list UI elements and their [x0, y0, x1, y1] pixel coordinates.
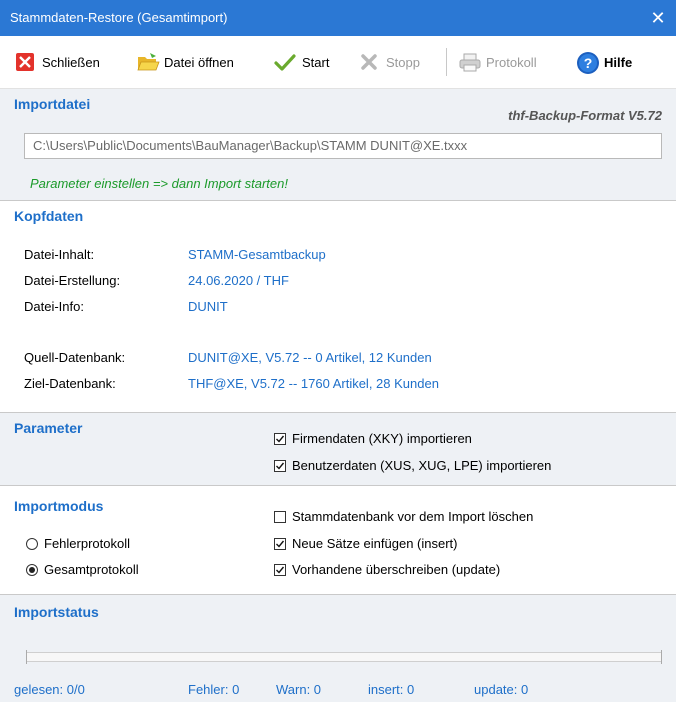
insert-label: Neue Sätze einfügen (insert): [292, 536, 458, 551]
radio-circle[interactable]: [26, 563, 38, 576]
kopfdaten-heading: Kopfdaten: [14, 208, 84, 224]
toolbar: Schließen Datei öffnen Start Stopp Proto…: [0, 36, 676, 89]
status-insert: insert: 0: [368, 682, 415, 697]
insert-checkbox[interactable]: Neue Sätze einfügen (insert): [274, 536, 457, 551]
stop-x-icon: [358, 51, 380, 73]
delete-db-label: Stammdatenbank vor dem Import löschen: [292, 509, 534, 524]
import-hint-text: Parameter einstellen => dann Import star…: [30, 176, 288, 191]
company-data-checkbox[interactable]: Firmendaten (XKY) importieren: [274, 431, 472, 446]
backup-format-label: thf-Backup-Format V5.72: [508, 108, 662, 123]
checkmark-icon: [274, 51, 296, 73]
printer-icon: [458, 51, 481, 73]
protocol-button-label: Protokoll: [486, 54, 537, 70]
status-warnings: Warn: 0: [276, 682, 322, 697]
radio-circle[interactable]: [26, 537, 38, 550]
import-file-path-field[interactable]: C:\Users\Public\Documents\BauManager\Bac…: [24, 133, 662, 159]
protocol-button[interactable]: Protokoll: [458, 50, 537, 74]
import-progress-bar: [26, 650, 662, 664]
close-button[interactable]: Schließen: [14, 50, 100, 74]
source-db-label: Quell-Datenbank:: [24, 350, 126, 365]
stop-button-label: Stopp: [386, 54, 420, 70]
title-bar: Stammdaten-Restore (Gesamtimport) ✕: [0, 0, 676, 36]
source-db-value: DUNIT@XE, V5.72 -- 0 Artikel, 12 Kunden: [188, 350, 432, 365]
window-close-icon[interactable]: ✕: [640, 0, 676, 36]
status-read: gelesen: 0/0: [14, 682, 85, 697]
window-title: Stammdaten-Restore (Gesamtimport): [10, 10, 228, 25]
section-divider: [0, 200, 676, 201]
file-created-value: 24.06.2020 / THF: [188, 273, 289, 288]
file-content-value: STAMM-Gesamtbackup: [188, 247, 326, 262]
user-data-label: Benutzerdaten (XUS, XUG, LPE) importiere…: [292, 458, 552, 473]
file-info-label: Datei-Info:: [24, 299, 84, 314]
parameter-heading: Parameter: [14, 420, 83, 436]
svg-text:?: ?: [584, 55, 593, 71]
user-data-checkbox[interactable]: Benutzerdaten (XUS, XUG, LPE) importiere…: [274, 458, 551, 473]
checkbox-box[interactable]: [274, 432, 286, 445]
importstatus-heading: Importstatus: [14, 604, 99, 620]
close-red-x-icon: [14, 51, 36, 73]
checkbox-box[interactable]: [274, 459, 286, 472]
help-question-icon: ?: [576, 51, 599, 74]
help-button[interactable]: ? Hilfe: [576, 50, 632, 74]
parameter-section: [0, 413, 676, 485]
checkbox-box[interactable]: [274, 510, 286, 523]
start-button-label: Start: [302, 54, 330, 70]
close-button-label: Schließen: [42, 54, 100, 70]
open-file-button[interactable]: Datei öffnen: [136, 50, 234, 74]
checkbox-box[interactable]: [274, 563, 286, 576]
update-checkbox[interactable]: Vorhandene überschreiben (update): [274, 562, 500, 577]
delete-db-checkbox[interactable]: Stammdatenbank vor dem Import löschen: [274, 509, 533, 524]
checkbox-box[interactable]: [274, 537, 286, 550]
section-divider: [0, 485, 676, 486]
company-data-label: Firmendaten (XKY) importieren: [292, 431, 472, 446]
file-content-label: Datei-Inhalt:: [24, 247, 95, 262]
help-button-label: Hilfe: [604, 54, 633, 70]
open-folder-icon: [136, 51, 160, 73]
importmodus-heading: Importmodus: [14, 498, 104, 514]
update-label: Vorhandene überschreiben (update): [292, 562, 501, 577]
file-info-value: DUNIT: [188, 299, 228, 314]
toolbar-separator: [446, 48, 447, 76]
importdatei-heading: Importdatei: [14, 96, 91, 112]
full-log-radio[interactable]: Gesamtprotokoll: [26, 562, 139, 577]
status-update: update: 0: [474, 682, 529, 697]
target-db-value: THF@XE, V5.72 -- 1760 Artikel, 28 Kunden: [188, 376, 439, 391]
target-db-label: Ziel-Datenbank:: [24, 376, 116, 391]
open-file-button-label: Datei öffnen: [164, 54, 234, 70]
full-log-label: Gesamtprotokoll: [44, 562, 139, 577]
status-errors: Fehler: 0: [188, 682, 240, 697]
file-created-label: Datei-Erstellung:: [24, 273, 121, 288]
start-button[interactable]: Start: [274, 50, 329, 74]
error-log-label: Fehlerprotokoll: [44, 536, 130, 551]
error-log-radio[interactable]: Fehlerprotokoll: [26, 536, 130, 551]
stop-button[interactable]: Stopp: [358, 50, 420, 74]
importstatus-section: [0, 595, 676, 702]
